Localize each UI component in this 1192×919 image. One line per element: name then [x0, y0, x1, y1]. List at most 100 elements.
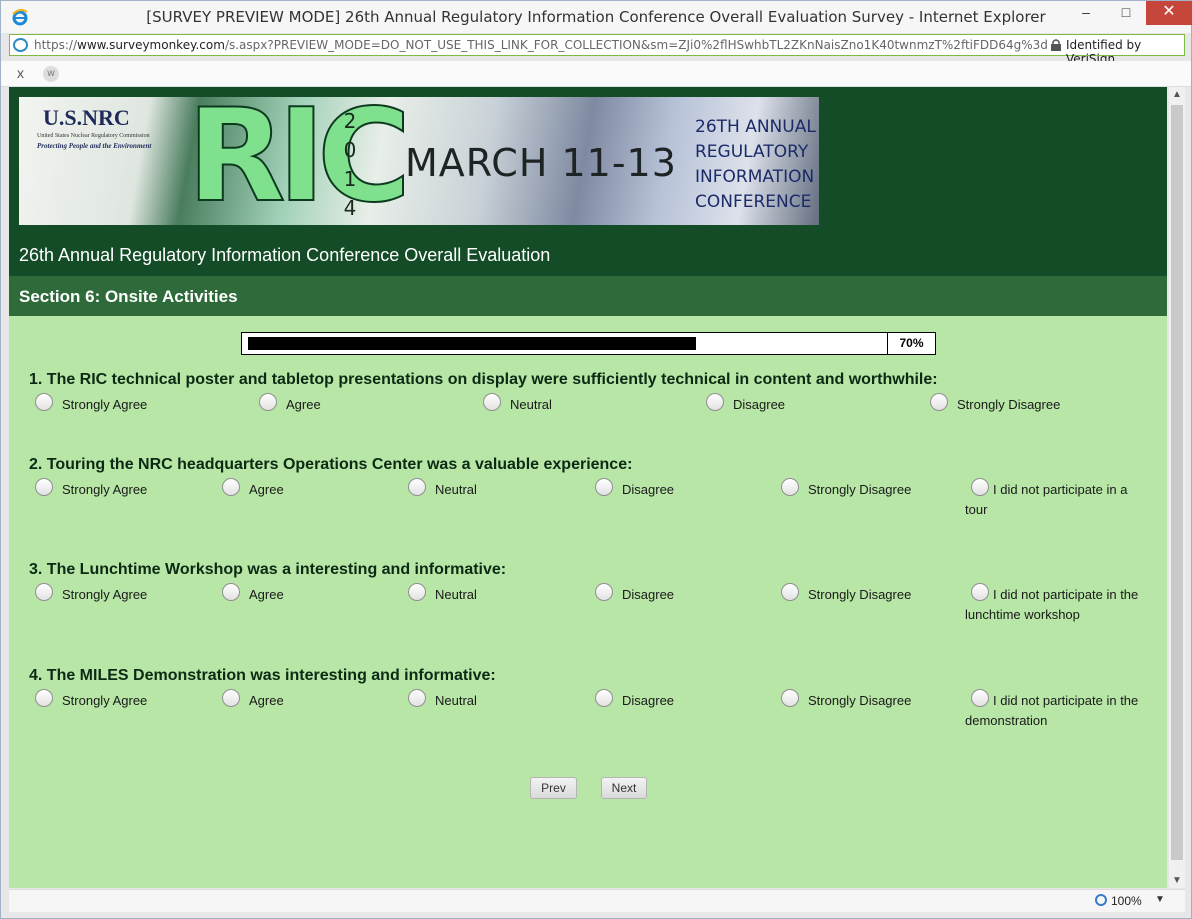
radio-button[interactable]: [781, 689, 799, 707]
nrc-logo: U.S.NRC: [43, 105, 130, 130]
scrollbar-thumb[interactable]: [1171, 105, 1183, 860]
tab-row: x w: [1, 61, 1191, 87]
close-window-button[interactable]: ✕: [1146, 1, 1192, 25]
tab-favicon-icon[interactable]: w: [43, 66, 59, 82]
option-label: Disagree: [622, 693, 675, 708]
radio-button[interactable]: [408, 583, 426, 601]
banner-year: 2 0 1 4: [343, 107, 357, 223]
question-title: 1. The RIC technical poster and tabletop…: [29, 371, 938, 388]
radio-button[interactable]: [781, 478, 799, 496]
radio-button[interactable]: [595, 689, 613, 707]
radio-button[interactable]: [35, 689, 53, 707]
radio-button[interactable]: [35, 583, 53, 601]
radio-button[interactable]: [35, 478, 53, 496]
survey-title: 26th Annual Regulatory Information Confe…: [19, 245, 551, 265]
scroll-up-icon[interactable]: ▲: [1172, 89, 1182, 100]
option-label: Strongly Disagree: [808, 482, 912, 497]
prev-button[interactable]: Prev: [530, 777, 577, 799]
option-label: Disagree: [733, 397, 786, 412]
option-label: I did not participate in a tour: [965, 482, 1128, 517]
banner-line: CONFERENCE: [695, 192, 812, 212]
option-label: I did not participate in the lunchtime w…: [965, 587, 1139, 622]
radio-button[interactable]: [222, 689, 240, 707]
maximize-button[interactable]: □: [1111, 1, 1141, 25]
option-label: Disagree: [622, 587, 675, 602]
year-digit: 0: [343, 138, 357, 162]
radio-button[interactable]: [408, 689, 426, 707]
option-label: Neutral: [435, 587, 477, 602]
option-label: Neutral: [510, 397, 552, 412]
page-loading-icon: [13, 38, 28, 52]
radio-button[interactable]: [222, 583, 240, 601]
radio-button[interactable]: [595, 583, 613, 601]
page-viewport: U.S.NRC United States Nuclear Regulatory…: [9, 87, 1167, 888]
option-label: I did not participate in the demonstrati…: [965, 693, 1139, 728]
option-label: Neutral: [435, 482, 477, 497]
nrc-logo-subtitle: United States Nuclear Regulatory Commiss…: [37, 133, 150, 139]
progress-fill: [248, 337, 696, 350]
radio-button[interactable]: [259, 393, 277, 411]
banner-dates: MARCH 11-13: [405, 141, 677, 185]
conference-banner: U.S.NRC United States Nuclear Regulatory…: [19, 97, 819, 225]
year-digit: 2: [343, 109, 357, 133]
year-digit: 1: [343, 167, 357, 191]
address-bar[interactable]: https://www.surveymonkey.com/s.aspx?PREV…: [9, 34, 1185, 66]
question-title: 4. The MILES Demonstration was interesti…: [29, 667, 496, 684]
progress-percent: 70%: [887, 333, 935, 354]
survey-header: U.S.NRC United States Nuclear Regulatory…: [9, 87, 1167, 276]
banner-line: INFORMATION: [695, 167, 815, 187]
ric-logo: RIC: [186, 97, 412, 225]
radio-button[interactable]: [483, 393, 501, 411]
year-digit: 4: [343, 196, 357, 220]
question-3: 3. The Lunchtime Workshop was a interest…: [29, 561, 1149, 622]
option-label: Strongly Agree: [62, 587, 148, 602]
section-header: Section 6: Onsite Activities: [9, 276, 1167, 316]
radio-button[interactable]: [408, 478, 426, 496]
status-bar: 100% ▼: [9, 889, 1185, 912]
radio-button[interactable]: [595, 478, 613, 496]
option-label: Agree: [249, 693, 284, 708]
radio-button[interactable]: [35, 393, 53, 411]
option-label: Agree: [286, 397, 321, 412]
radio-button[interactable]: [706, 393, 724, 411]
question-1: 1. The RIC technical poster and tabletop…: [29, 371, 1149, 412]
radio-button[interactable]: [781, 583, 799, 601]
option-label: Agree: [249, 587, 284, 602]
option-label: Neutral: [435, 693, 477, 708]
progress-track: [248, 337, 888, 350]
zoom-level[interactable]: 100%: [1111, 894, 1142, 908]
option-label: Strongly Disagree: [808, 587, 912, 602]
option-label: Disagree: [622, 482, 675, 497]
banner-line: REGULATORY: [695, 142, 809, 162]
next-button[interactable]: Next: [601, 777, 647, 799]
url-scheme: https://: [34, 38, 78, 52]
lock-icon[interactable]: [1051, 39, 1061, 51]
question-2: 2. Touring the NRC headquarters Operatio…: [29, 456, 1149, 517]
option-label: Strongly Disagree: [808, 693, 912, 708]
title-bar: [SURVEY PREVIEW MODE] 26th Annual Regula…: [1, 1, 1192, 33]
banner-line: 26TH ANNUAL: [695, 117, 816, 137]
browser-window: [SURVEY PREVIEW MODE] 26th Annual Regula…: [0, 0, 1192, 919]
option-label: Agree: [249, 482, 284, 497]
option-label: Strongly Agree: [62, 693, 148, 708]
zoom-icon[interactable]: [1095, 894, 1107, 906]
banner-conference-name: 26TH ANNUAL REGULATORY INFORMATION CONFE…: [695, 115, 816, 215]
question-title: 2. Touring the NRC headquarters Operatio…: [29, 456, 633, 473]
chevron-down-icon[interactable]: ▼: [1155, 894, 1165, 905]
url-host: www.surveymonkey.com: [77, 38, 225, 52]
progress-bar: 70%: [241, 332, 936, 355]
close-tab-icon[interactable]: x: [17, 65, 24, 81]
option-label: Strongly Disagree: [957, 397, 1061, 412]
radio-button[interactable]: [222, 478, 240, 496]
window-title: [SURVEY PREVIEW MODE] 26th Annual Regula…: [146, 8, 1046, 26]
url-text[interactable]: https://www.surveymonkey.com/s.aspx?PREV…: [34, 38, 1048, 52]
url-path: /s.aspx?PREVIEW_MODE=DO_NOT_USE_THIS_LIN…: [224, 38, 1048, 52]
section-title: Section 6: Onsite Activities: [19, 287, 238, 306]
vertical-scrollbar[interactable]: ▲ ▼: [1169, 87, 1185, 888]
option-label: Strongly Agree: [62, 397, 148, 412]
minimize-button[interactable]: –: [1071, 1, 1101, 25]
option-label: Strongly Agree: [62, 482, 148, 497]
scroll-down-icon[interactable]: ▼: [1172, 875, 1182, 886]
question-title: 3. The Lunchtime Workshop was a interest…: [29, 561, 507, 578]
radio-button[interactable]: [930, 393, 948, 411]
